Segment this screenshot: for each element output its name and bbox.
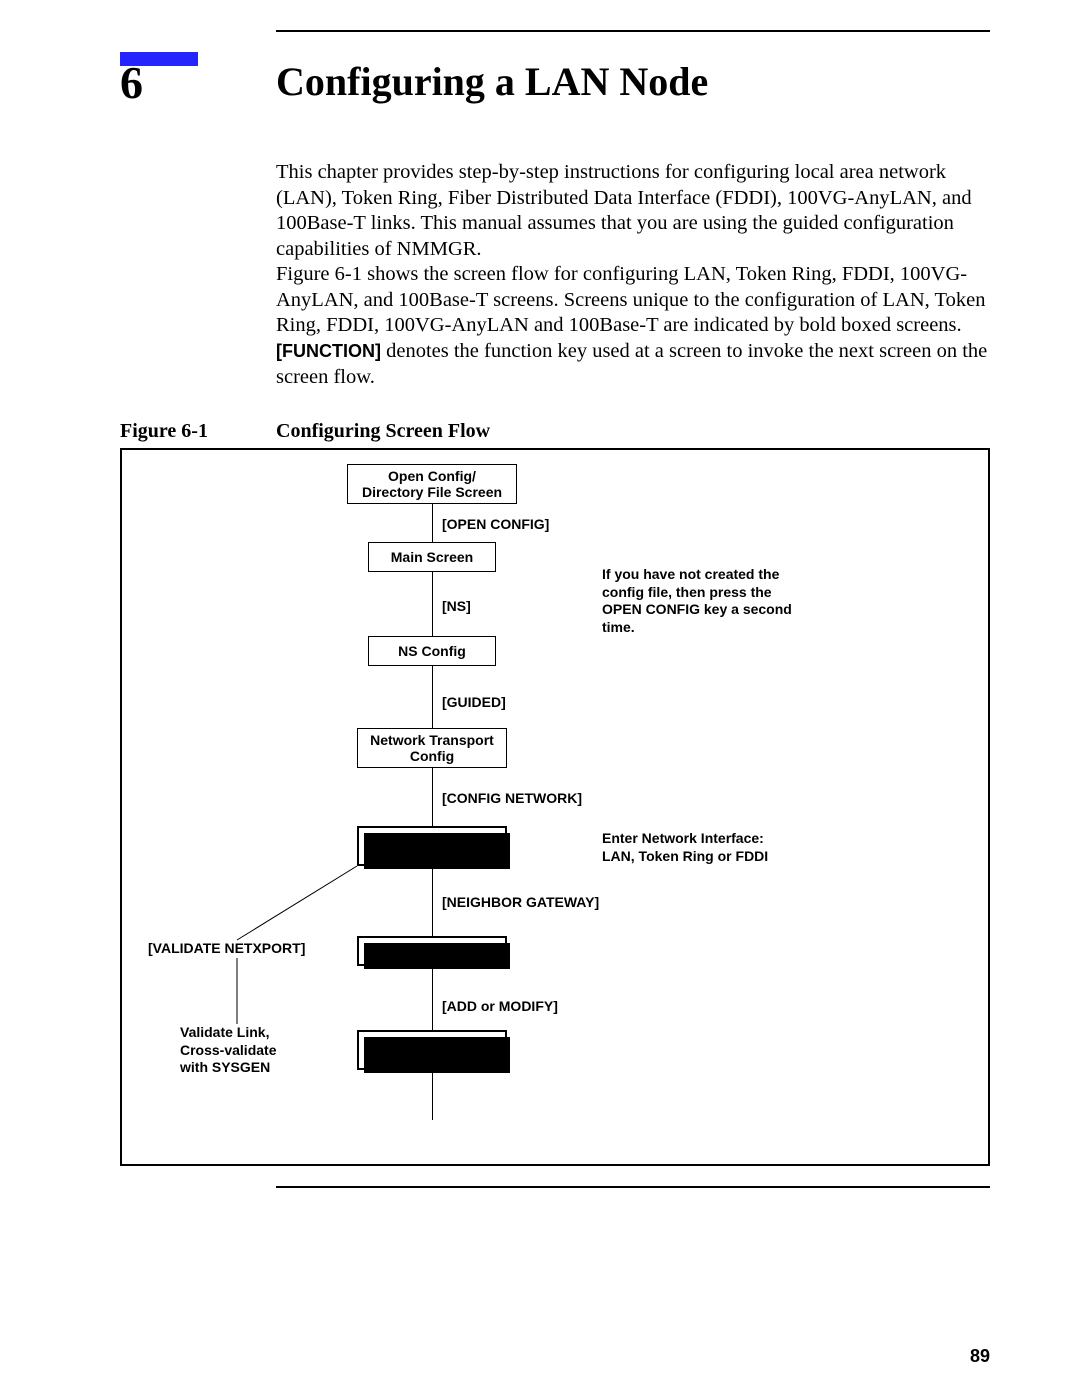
page-number: 89	[970, 1346, 990, 1367]
node-net-transport: Network Transport Config	[357, 728, 507, 768]
top-rule	[276, 30, 990, 32]
node-open-config: Open Config/ Directory File Screen	[347, 464, 517, 504]
paragraph-2-a: Figure 6-1 shows the screen flow for con…	[276, 263, 985, 336]
figure-title: Configuring Screen Flow	[276, 420, 490, 443]
node-ns-config: NS Config	[368, 636, 496, 666]
node-neighbor-reachable: Neighbor Gateway Reachable Networks	[357, 1030, 507, 1070]
chapter-number: 6	[120, 60, 143, 106]
bottom-rule	[276, 1186, 990, 1188]
paragraph-1: This chapter provides step-by-step instr…	[276, 160, 990, 263]
branch-svg	[122, 450, 988, 1164]
flowchart: Open Config/ Directory File Screen [OPEN…	[120, 448, 990, 1166]
node-main-screen: Main Screen	[368, 542, 496, 572]
figure-label: Figure 6-1	[120, 420, 990, 443]
function-keyword: [FUNCTION]	[276, 341, 381, 361]
node-network-interface: (Network Interface) Config	[357, 826, 507, 866]
paragraph-2-b: denotes the function key used at a scree…	[276, 340, 987, 388]
node-neighbor-gateways: Neighbor Gateways	[357, 936, 507, 966]
chapter-title: Configuring a LAN Node	[276, 60, 708, 104]
page: 6 Configuring a LAN Node This chapter pr…	[0, 0, 1080, 1397]
paragraph-2: Figure 6-1 shows the screen flow for con…	[276, 262, 990, 390]
